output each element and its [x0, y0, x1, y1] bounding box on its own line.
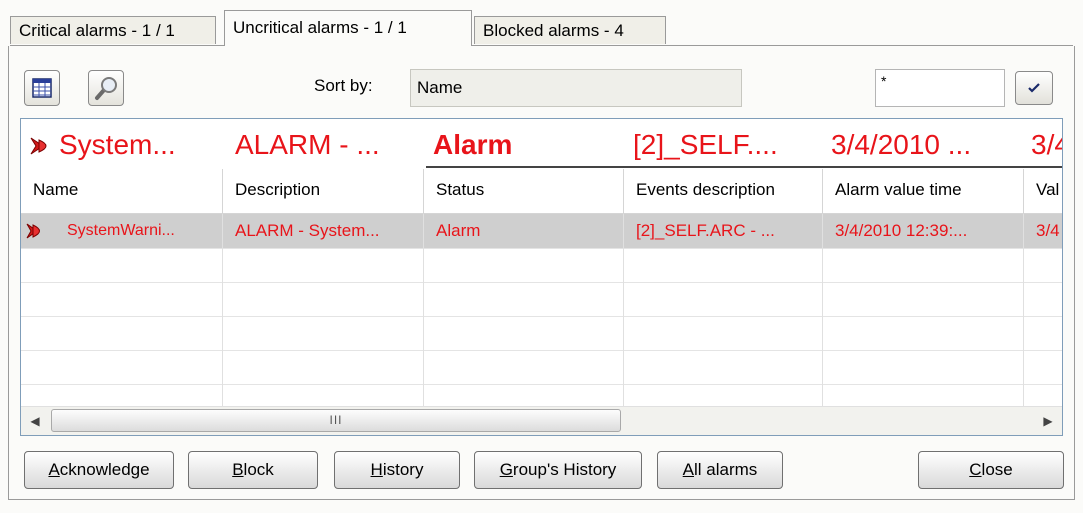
- tab-blocked-alarms[interactable]: Blocked alarms - 4: [474, 16, 666, 44]
- acknowledge-mnemonic: A: [48, 460, 60, 479]
- groups-history-mnemonic: G: [499, 460, 513, 479]
- cell-events-description: [2]_SELF.ARC - ...: [624, 214, 823, 248]
- table-row[interactable]: SystemWarni... ALARM - System... Alarm […: [21, 214, 1062, 249]
- all-alarms-button[interactable]: All alarms: [657, 451, 783, 489]
- column-header-description[interactable]: Description: [223, 169, 424, 213]
- group-status: Alarm: [433, 129, 513, 160]
- block-button[interactable]: Block: [188, 451, 318, 489]
- empty-cell: [21, 248, 223, 282]
- block-mnemonic: B: [232, 460, 244, 479]
- table-view-icon: [32, 78, 52, 98]
- close-label: lose: [981, 460, 1013, 479]
- close-button[interactable]: Close: [918, 451, 1064, 489]
- group-name: System...: [59, 129, 176, 160]
- empty-cell: [823, 248, 1024, 282]
- group-description: ALARM - ...: [235, 129, 380, 160]
- alarm-bell-icon: [30, 137, 47, 155]
- group-row[interactable]: System... ALARM - ... Alarm [2]_SELF....…: [21, 119, 1062, 170]
- horizontal-scrollbar[interactable]: ◀ III ▶: [21, 406, 1062, 435]
- all-alarms-label: ll alarms: [694, 460, 758, 479]
- empty-cell: [823, 316, 1024, 350]
- tab-critical-alarms[interactable]: Critical alarms - 1 / 1: [10, 16, 216, 44]
- history-button[interactable]: History: [334, 451, 460, 489]
- empty-row: [21, 350, 1062, 385]
- empty-cell: [624, 350, 823, 384]
- empty-cell: [21, 350, 223, 384]
- column-header-name[interactable]: Name: [21, 169, 223, 213]
- column-header-row: Name Description Status Events descripti…: [21, 169, 1062, 214]
- close-mnemonic: C: [969, 460, 982, 479]
- column-header-status[interactable]: Status: [424, 169, 624, 213]
- empty-row: [21, 316, 1062, 351]
- column-header-events-description[interactable]: Events description: [624, 169, 823, 213]
- cell-status: Alarm: [424, 214, 624, 248]
- block-label: lock: [243, 460, 274, 479]
- apply-filter-button[interactable]: [1015, 71, 1053, 105]
- filter-input[interactable]: *: [875, 69, 1005, 107]
- cell-value: 3/4: [1024, 214, 1062, 248]
- column-header-value[interactable]: Val: [1024, 169, 1062, 213]
- group-value: 3/4: [1031, 129, 1062, 160]
- sort-by-field[interactable]: Name: [410, 69, 742, 107]
- empty-cell: [21, 282, 223, 316]
- empty-row: [21, 248, 1062, 283]
- table-view-button[interactable]: [24, 70, 60, 106]
- acknowledge-button[interactable]: Acknowledge: [24, 451, 174, 489]
- tab-strip: Critical alarms - 1 / 1 Uncritical alarm…: [10, 10, 1073, 46]
- group-events-description: [2]_SELF....: [633, 129, 778, 160]
- search-icon: [95, 77, 117, 100]
- alarms-grid: System... ALARM - ... Alarm [2]_SELF....…: [20, 118, 1063, 436]
- empty-cell: [223, 248, 424, 282]
- scrollbar-thumb[interactable]: III: [51, 409, 621, 432]
- tab-uncritical-alarms[interactable]: Uncritical alarms - 1 / 1: [224, 10, 472, 46]
- cell-alarm-value-time: 3/4/2010 12:39:...: [823, 214, 1024, 248]
- empty-cell: [21, 316, 223, 350]
- column-header-alarm-value-time[interactable]: Alarm value time: [823, 169, 1024, 213]
- alarm-bell-icon: [26, 223, 40, 239]
- empty-cell: [424, 316, 624, 350]
- group-separator: [426, 166, 1062, 168]
- all-alarms-mnemonic: A: [682, 460, 695, 479]
- group-alarm-value-time: 3/4/2010 ...: [831, 129, 972, 160]
- sort-by-label: Sort by:: [314, 76, 373, 95]
- groups-history-button[interactable]: Group's History: [474, 451, 642, 489]
- cell-description: ALARM - System...: [223, 214, 424, 248]
- search-button[interactable]: [88, 70, 124, 106]
- empty-cell: [223, 316, 424, 350]
- scroll-left-icon[interactable]: ◀: [21, 407, 49, 435]
- empty-row: [21, 282, 1062, 317]
- empty-cell: [823, 350, 1024, 384]
- acknowledge-label: cknowledge: [59, 460, 150, 479]
- cell-name: SystemWarni...: [53, 214, 223, 248]
- history-mnemonic: H: [370, 460, 383, 479]
- empty-cell: [424, 282, 624, 316]
- empty-cell: [624, 316, 823, 350]
- empty-cell: [624, 248, 823, 282]
- empty-cell: [823, 282, 1024, 316]
- empty-cell: [223, 350, 424, 384]
- groups-history-label: roup's History: [512, 460, 617, 479]
- empty-cell: [424, 248, 624, 282]
- empty-cell: [624, 282, 823, 316]
- scroll-right-icon[interactable]: ▶: [1034, 407, 1062, 435]
- empty-cell: [223, 282, 424, 316]
- checkmark-icon: [1028, 83, 1040, 93]
- empty-cell: [424, 350, 624, 384]
- history-label: istory: [382, 460, 424, 479]
